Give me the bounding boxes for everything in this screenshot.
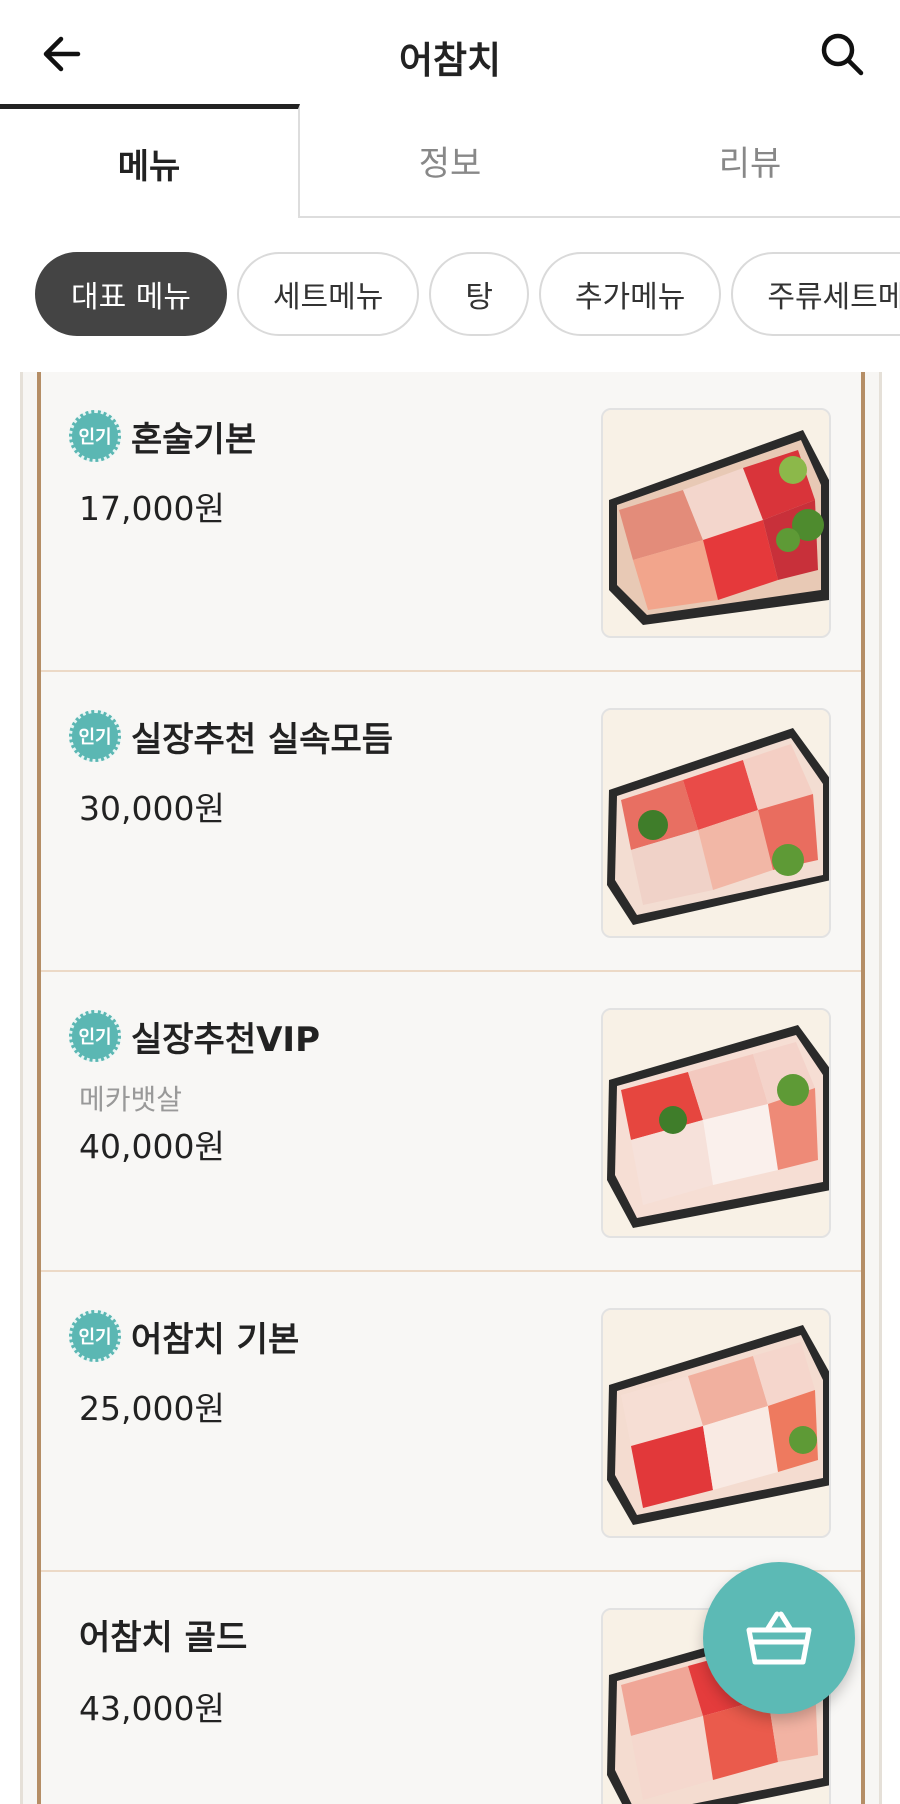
item-photo [601, 408, 831, 638]
popular-badge: 인기 [69, 410, 121, 462]
search-icon [821, 33, 864, 76]
item-price: 40,000원 [79, 1127, 225, 1166]
tab-reviews[interactable]: 리뷰 [600, 104, 900, 218]
item-name: 혼술기본 [131, 419, 257, 460]
item-name-row: 인기 어참치 기본 [69, 1310, 299, 1362]
item-name: 어참치 기본 [131, 1319, 300, 1360]
chip-signature-menu[interactable]: 대표 메뉴 [35, 252, 227, 336]
chip-drink-set-menu[interactable]: 주류세트메뉴 [731, 252, 900, 336]
chip-soup[interactable]: 탕 [429, 252, 529, 336]
item-name-row: 인기 혼술기본 [69, 410, 256, 462]
item-description: 메카뱃살 [79, 1083, 183, 1116]
item-price: 43,000원 [79, 1689, 225, 1728]
popular-badge: 인기 [69, 1310, 121, 1362]
cart-button[interactable] [703, 1562, 855, 1714]
header: 어참치 [0, 0, 900, 108]
category-chips: 대표 메뉴 세트메뉴 탕 추가메뉴 주류세트메뉴 [0, 252, 900, 338]
menu-item[interactable]: 인기 어참치 기본 25,000원 [41, 1272, 861, 1572]
tab-bar: 메뉴 정보 리뷰 [0, 104, 900, 218]
menu-item[interactable]: 인기 실장추천VIP 메카뱃살 40,000원 [41, 972, 861, 1272]
tab-info[interactable]: 정보 [300, 104, 600, 218]
item-name-row: 어참치 골드 [69, 1610, 247, 1659]
page-title: 어참치 [398, 39, 502, 82]
tab-menu[interactable]: 메뉴 [0, 104, 300, 218]
item-photo [601, 708, 831, 938]
shopping-basket-icon [746, 1611, 812, 1665]
menu-item[interactable]: 인기 실장추천 실속모듬 30,000원 [41, 672, 861, 972]
popular-badge: 인기 [69, 1010, 121, 1062]
search-button[interactable] [814, 26, 870, 82]
item-name: 어참치 골드 [79, 1618, 248, 1658]
item-photo [601, 1308, 831, 1538]
menu-item[interactable]: 인기 혼술기본 17,000원 [41, 372, 861, 672]
item-name: 실장추천VIP [131, 1019, 321, 1060]
chip-set-menu[interactable]: 세트메뉴 [236, 252, 420, 336]
popular-badge: 인기 [69, 710, 121, 762]
chip-extra-menu[interactable]: 추가메뉴 [538, 252, 722, 336]
item-photo [601, 1008, 831, 1238]
item-name-row: 인기 실장추천VIP [69, 1010, 320, 1062]
item-name-row: 인기 실장추천 실속모듬 [69, 710, 393, 762]
item-price: 30,000원 [79, 789, 225, 828]
item-price: 25,000원 [79, 1389, 225, 1428]
item-name: 실장추천 실속모듬 [131, 719, 394, 760]
item-price: 17,000원 [79, 489, 225, 528]
